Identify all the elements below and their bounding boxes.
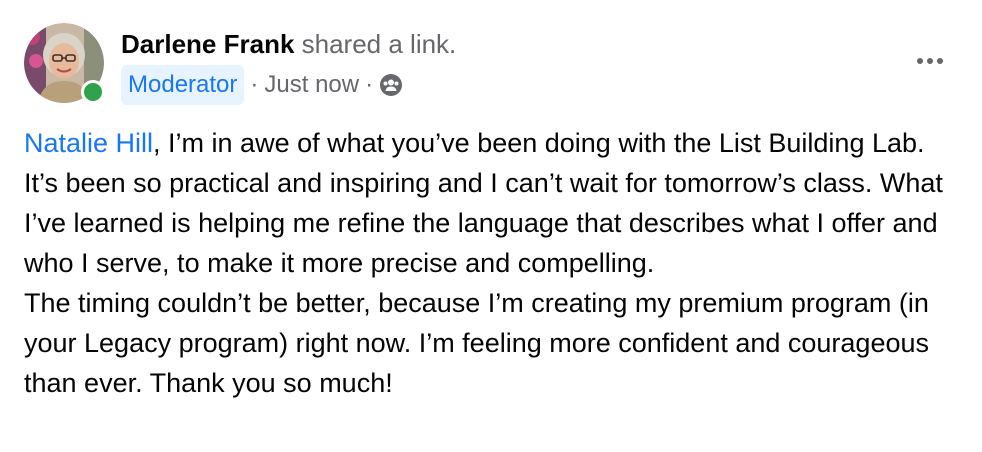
post-card: Darlene Frank shared a link. Moderator ·… (0, 0, 982, 452)
author-name[interactable]: Darlene Frank (121, 29, 294, 59)
post-paragraph-2: The timing couldn’t be better, because I… (24, 288, 930, 398)
separator-dot: · (365, 71, 374, 98)
more-dot (937, 58, 943, 64)
post-action-text: shared a link. (301, 29, 457, 59)
online-status-dot (81, 80, 105, 104)
post-body: Natalie Hill, I’m in awe of what you’ve … (24, 123, 964, 403)
author-avatar[interactable] (24, 23, 105, 104)
post-text: , I’m in awe of what you’ve been doing w… (24, 128, 943, 278)
post-sub-line: Moderator · Just now · (121, 65, 456, 105)
separator-dot: · (250, 71, 259, 98)
group-icon[interactable] (379, 73, 403, 97)
more-dot (927, 58, 933, 64)
author-line: Darlene Frank shared a link. (121, 27, 456, 61)
post-timestamp[interactable]: Just now (264, 71, 359, 99)
more-dot (917, 58, 923, 64)
post-paragraph-1: Natalie Hill, I’m in awe of what you’ve … (24, 123, 964, 283)
moderator-badge[interactable]: Moderator (121, 65, 245, 105)
mention-link[interactable]: Natalie Hill (24, 128, 153, 158)
post-meta: Darlene Frank shared a link. Moderator ·… (121, 27, 456, 105)
more-options-button[interactable] (908, 45, 952, 77)
post-header: Darlene Frank shared a link. Moderator ·… (24, 23, 952, 105)
